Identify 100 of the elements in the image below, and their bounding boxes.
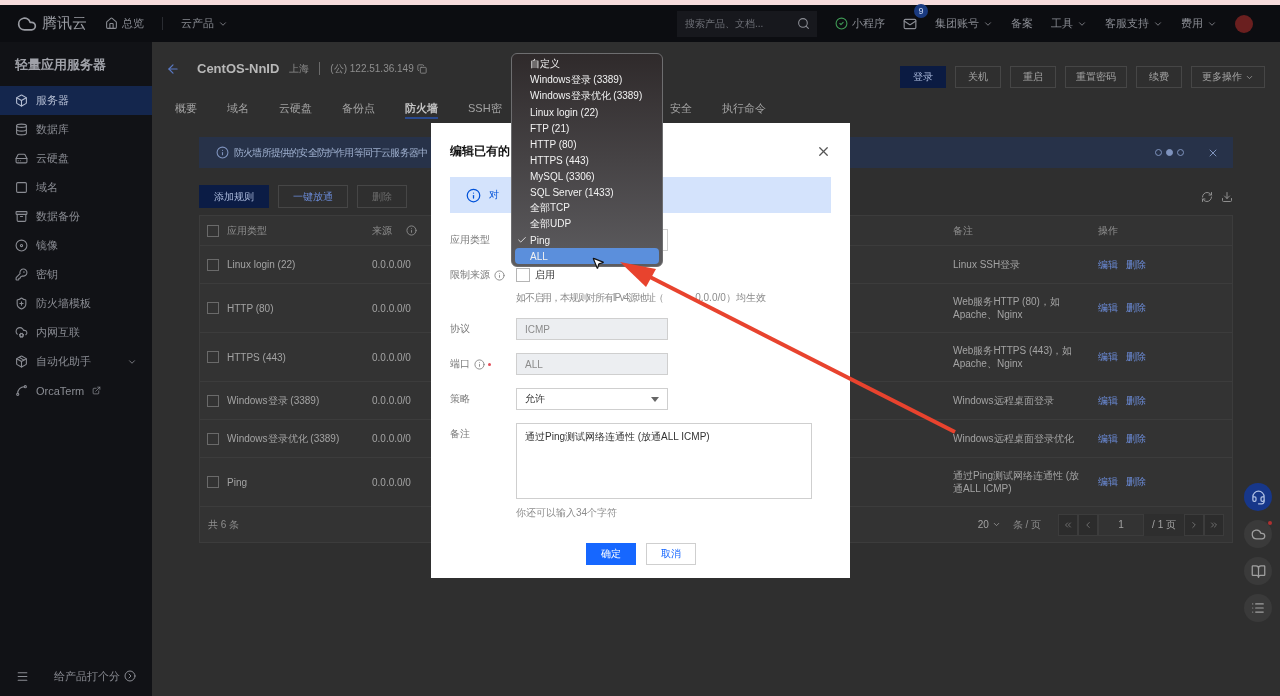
list-button[interactable] (1244, 594, 1272, 622)
copy-icon[interactable] (416, 63, 427, 74)
cancel-button[interactable]: 取消 (645, 543, 696, 565)
search-field[interactable]: 搜索产品、文档... (677, 10, 817, 37)
tab[interactable]: 防火墙 (405, 96, 438, 119)
page-input[interactable]: 1 (1098, 513, 1145, 536)
sidebar-item[interactable]: 域名 (0, 173, 152, 202)
row-action-link[interactable]: 删除 (1126, 257, 1146, 272)
avatar[interactable] (1235, 14, 1253, 33)
nav-menu[interactable]: 工具 (1051, 16, 1087, 31)
field-hint: 如不启用，本规则对所有IPv4源地址（ (516, 291, 664, 305)
tab[interactable]: 备份点 (342, 96, 375, 119)
pager-dot[interactable] (1166, 149, 1173, 156)
products-menu[interactable]: 云产品 (181, 16, 228, 31)
home-link[interactable]: 总览 (105, 16, 144, 31)
field-label: 限制来源 (450, 268, 490, 282)
toolbar-button[interactable]: 一键放通 (278, 185, 348, 208)
sidebar-item[interactable]: 云硬盘 (0, 144, 152, 173)
menu-item[interactable]: Linux login (22) (515, 104, 659, 120)
confirm-button[interactable]: 确定 (585, 543, 636, 565)
row-action-link[interactable]: 删除 (1126, 393, 1146, 408)
row-action-link[interactable]: 编辑 (1098, 257, 1118, 272)
checkbox[interactable] (516, 268, 530, 282)
table-cell-text: 0.0.0.0/0 (372, 432, 412, 445)
tab[interactable]: 云硬盘 (279, 96, 312, 119)
tab[interactable]: 安全 (669, 96, 692, 119)
row-checkbox[interactable] (207, 258, 219, 271)
tab[interactable]: 域名 (227, 96, 249, 119)
menu-item[interactable]: SQL Server (1433) (515, 184, 659, 200)
menu-item[interactable]: FTP (21) (515, 120, 659, 136)
mail-button[interactable] (903, 16, 917, 31)
nav-menu[interactable]: 客服支持 (1105, 16, 1163, 31)
menu-item[interactable]: HTTP (80) (515, 136, 659, 152)
row-action-link[interactable]: 删除 (1126, 431, 1146, 446)
cloud-button[interactable] (1244, 520, 1272, 548)
row-action-link[interactable]: 删除 (1126, 350, 1146, 364)
menu-item[interactable]: HTTPS (443) (515, 152, 659, 168)
last-page-button[interactable] (1204, 513, 1224, 536)
action-button[interactable]: 重启 (1010, 66, 1056, 88)
row-checkbox[interactable] (207, 432, 219, 445)
action-button[interactable]: 重置密码 (1065, 66, 1127, 88)
sidebar-item[interactable]: 内网互联 (0, 318, 152, 347)
menu-item[interactable]: Windows登录 (3389) (515, 72, 659, 88)
row-action-link[interactable]: 编辑 (1098, 475, 1118, 489)
action-button[interactable]: 登录 (900, 66, 946, 88)
back-icon[interactable] (166, 61, 180, 76)
table-cell-text: 0.0.0.0/0 (372, 475, 412, 489)
menu-item[interactable]: 全部TCP (515, 200, 659, 216)
toolbar-button[interactable]: 添加规则 (199, 185, 269, 208)
nav-menu[interactable]: 备案 (1011, 16, 1033, 31)
search-icon[interactable] (797, 16, 810, 30)
table-cell-text: Windows远程桌面登录 (953, 394, 1055, 407)
menu-item[interactable]: Ping (515, 232, 659, 248)
sidebar-item[interactable]: 密钥 (0, 260, 152, 289)
menu-item[interactable]: Windows登录优化 (3389) (515, 88, 659, 104)
remark-field[interactable]: 通过Ping测试网络连通性 (放通ALL ICMP) (516, 423, 812, 499)
row-action-link[interactable]: 删除 (1126, 301, 1146, 315)
sidebar-item[interactable]: 镜像 (0, 231, 152, 260)
tab[interactable]: 执行命令 (721, 96, 766, 119)
nav-menu[interactable]: 集团账号 (935, 16, 993, 31)
action-button[interactable]: 关机 (955, 66, 1001, 88)
sidebar-item[interactable]: 服务器 (0, 86, 152, 115)
row-action-link[interactable]: 删除 (1126, 475, 1146, 489)
sidebar-item[interactable]: 防火墙模板 (0, 289, 152, 318)
row-checkbox[interactable] (207, 302, 219, 314)
pager-dot[interactable] (1177, 149, 1184, 156)
menu-icon[interactable] (16, 669, 29, 683)
refresh-icon[interactable] (1201, 190, 1213, 203)
row-checkbox[interactable] (207, 351, 219, 363)
support-button[interactable] (1244, 483, 1272, 511)
action-button[interactable]: 更多操作 (1191, 66, 1265, 88)
sidebar-item[interactable]: 自动化助手 (0, 347, 152, 376)
rate-product-link[interactable]: 给产品打个分 (54, 668, 136, 684)
row-action-link[interactable]: 编辑 (1098, 350, 1118, 364)
sidebar-item[interactable]: 数据备份 (0, 202, 152, 231)
sidebar-item[interactable]: OrcaTerm (0, 376, 152, 405)
pager-dot[interactable] (1155, 149, 1162, 156)
row-action-link[interactable]: 编辑 (1098, 301, 1118, 315)
menu-item[interactable]: 自定义 (515, 56, 659, 72)
select-all-checkbox[interactable] (207, 224, 219, 237)
tab[interactable]: 概要 (175, 96, 197, 119)
download-icon[interactable] (1221, 190, 1233, 203)
sidebar-item[interactable]: 数据库 (0, 115, 152, 144)
menu-item[interactable]: MySQL (3306) (515, 168, 659, 184)
action-button[interactable]: 续费 (1136, 66, 1182, 88)
row-checkbox[interactable] (207, 394, 219, 407)
mini-program-link[interactable]: 小程序 (835, 16, 885, 31)
page-size-select[interactable]: 20 (977, 519, 1001, 530)
menu-item[interactable]: ALL (515, 248, 659, 264)
select-field[interactable]: 允许 (516, 388, 668, 410)
first-page-button[interactable] (1058, 513, 1079, 536)
square-icon (15, 181, 28, 194)
row-action-link[interactable]: 编辑 (1098, 393, 1118, 408)
menu-item[interactable]: 全部UDP (515, 216, 659, 232)
info-icon (406, 225, 417, 236)
nav-menu[interactable]: 费用 (1181, 16, 1217, 31)
docs-button[interactable] (1244, 557, 1272, 585)
row-checkbox[interactable] (207, 476, 219, 488)
tab[interactable]: SSH密 (468, 96, 502, 119)
row-action-link[interactable]: 编辑 (1098, 431, 1118, 446)
